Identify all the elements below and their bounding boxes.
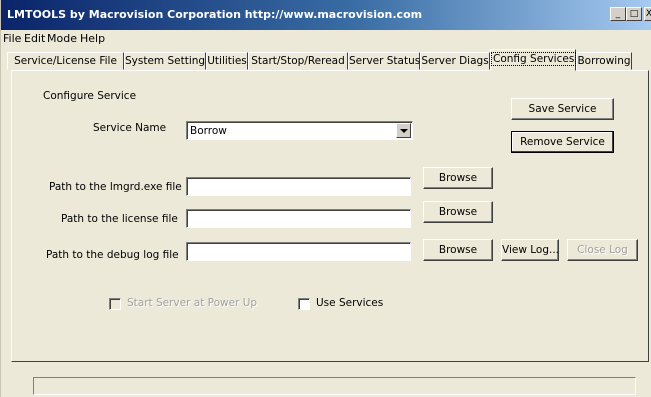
debug-log-path-field[interactable] <box>186 242 411 261</box>
tab-label: Server Diags <box>421 55 489 67</box>
tab-config-services[interactable]: Config Services <box>490 49 577 71</box>
minimize-button[interactable]: _ <box>610 7 626 21</box>
tab-utilities[interactable]: Utilities <box>206 52 248 70</box>
tab-label: Start/Stop/Reread <box>251 55 345 67</box>
menu-bar: File Edit Mode Help <box>1 30 651 47</box>
service-name-value: Borrow <box>190 125 227 137</box>
start-at-powerup-checkbox[interactable]: Start Server at Power Up <box>109 297 257 311</box>
tab-service-license-file[interactable]: Service/License File <box>7 52 124 70</box>
menu-edit[interactable]: Edit <box>24 32 45 45</box>
title-bar[interactable]: LMTOOLS by Macrovision Corporation http:… <box>1 0 651 30</box>
close-button[interactable]: X <box>644 7 651 21</box>
close-log-button[interactable]: Close Log <box>567 239 638 261</box>
tab-label: Config Services <box>491 52 577 66</box>
tab-label: Borrowing <box>577 55 631 67</box>
checkbox-icon <box>298 298 310 310</box>
license-path-label: Path to the license file <box>61 213 178 225</box>
tab-server-diags[interactable]: Server Diags <box>420 52 490 70</box>
checkbox-icon <box>109 298 121 310</box>
tab-strip: Service/License File System Settings Uti… <box>1 49 651 71</box>
save-service-button[interactable]: Save Service <box>511 98 614 120</box>
configure-service-heading: Configure Service <box>43 90 137 102</box>
tab-label: Server Status <box>349 55 421 67</box>
lmgrd-path-label: Path to the lmgrd.exe file <box>49 181 182 193</box>
view-log-button[interactable]: View Log... <box>501 239 559 261</box>
menu-help[interactable]: Help <box>80 32 105 45</box>
tab-server-status[interactable]: Server Status <box>348 52 420 70</box>
use-services-label: Use Services <box>316 297 384 309</box>
service-name-label: Service Name <box>93 122 167 134</box>
menu-mode[interactable]: Mode <box>47 32 77 45</box>
maximize-button[interactable]: □ <box>626 7 642 21</box>
window-title: LMTOOLS by Macrovision Corporation http:… <box>7 8 423 21</box>
tab-label: Service/License File <box>14 55 117 67</box>
browse-lmgrd-button[interactable]: Browse <box>423 167 493 189</box>
service-name-combobox[interactable]: Borrow <box>186 121 413 140</box>
status-bar <box>33 377 636 395</box>
tab-label: Utilities <box>207 55 247 67</box>
start-at-powerup-label: Start Server at Power Up <box>127 297 258 309</box>
tab-start-stop-reread[interactable]: Start/Stop/Reread <box>248 52 348 70</box>
browse-debug-log-button[interactable]: Browse <box>423 239 493 261</box>
menu-file[interactable]: File <box>3 32 21 45</box>
browse-license-button[interactable]: Browse <box>423 201 493 223</box>
tab-borrowing[interactable]: Borrowing <box>576 52 632 70</box>
lmgrd-path-field[interactable] <box>186 177 411 196</box>
chevron-down-icon[interactable] <box>396 123 411 138</box>
use-services-checkbox[interactable]: Use Services <box>298 297 388 311</box>
tab-label: System Settings <box>125 55 211 67</box>
lmtools-window: LMTOOLS by Macrovision Corporation http:… <box>0 0 651 397</box>
tab-system-settings[interactable]: System Settings <box>124 52 211 70</box>
remove-service-button[interactable]: Remove Service <box>511 131 614 153</box>
license-path-field[interactable] <box>186 209 411 228</box>
debug-log-path-label: Path to the debug log file <box>46 249 179 261</box>
